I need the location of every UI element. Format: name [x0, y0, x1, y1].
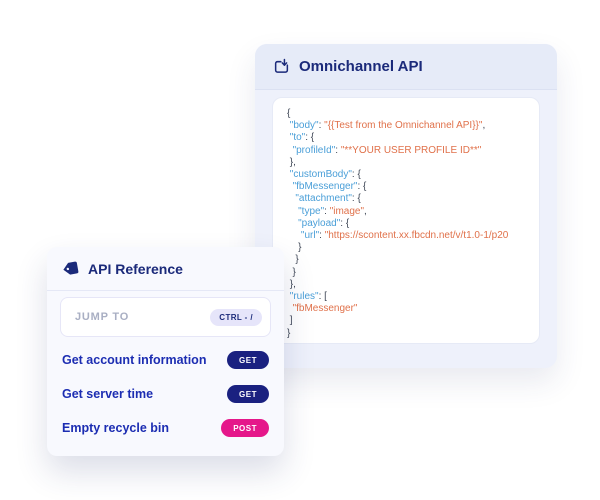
endpoint-label: Empty recycle bin	[62, 421, 169, 435]
jump-to-input[interactable]	[73, 310, 197, 324]
code-line: "customBody": {	[287, 169, 535, 181]
code-line: ]	[287, 315, 535, 327]
code-line: }	[287, 242, 535, 254]
code-line: }	[287, 254, 535, 266]
code-line: "fbMessenger"	[287, 303, 535, 315]
code-line: }	[287, 267, 535, 279]
code-line: "rules": [	[287, 291, 535, 303]
endpoint-row[interactable]: Get server time GET	[47, 377, 284, 411]
tag-icon	[61, 259, 81, 279]
code-line: },	[287, 157, 535, 169]
jump-to-box: CTRL - /	[60, 297, 271, 337]
omnichannel-api-card: Omnichannel API { "body": "{{Test from t…	[255, 44, 557, 368]
endpoint-list: Get account informationGETGet server tim…	[47, 337, 284, 445]
code-line: },	[287, 279, 535, 291]
code-line: "type": "image",	[287, 206, 535, 218]
code-block: { "body": "{{Test from the Omnichannel A…	[287, 108, 535, 340]
omnichannel-card-header: Omnichannel API	[255, 44, 557, 90]
box-arrow-in-down-icon	[273, 58, 290, 75]
code-panel: { "body": "{{Test from the Omnichannel A…	[272, 97, 540, 344]
code-line: }	[287, 328, 535, 340]
endpoint-row[interactable]: Empty recycle bin POST	[47, 411, 284, 445]
code-line: "url": "https://scontent.xx.fbcdn.net/v/…	[287, 230, 535, 242]
endpoint-row[interactable]: Get account information GET	[47, 343, 284, 377]
endpoint-label: Get server time	[62, 387, 153, 401]
method-badge: GET	[227, 351, 269, 369]
shortcut-badge: CTRL - /	[210, 309, 262, 326]
code-line: "fbMessenger": {	[287, 181, 535, 193]
page: Omnichannel API { "body": "{{Test from t…	[0, 0, 600, 500]
code-line: "body": "{{Test from the Omnichannel API…	[287, 120, 535, 132]
omnichannel-card-title: Omnichannel API	[299, 58, 423, 75]
code-line: "payload": {	[287, 218, 535, 230]
method-badge: GET	[227, 385, 269, 403]
api-reference-title: API Reference	[88, 261, 183, 277]
code-line: "attachment": {	[287, 193, 535, 205]
endpoint-label: Get account information	[62, 353, 206, 367]
api-reference-header: API Reference	[47, 247, 284, 291]
method-badge: POST	[221, 419, 269, 437]
code-line: {	[287, 108, 535, 120]
code-line: "profileId": "**YOUR USER PROFILE ID**"	[287, 145, 535, 157]
api-reference-card: API Reference CTRL - / Get account infor…	[47, 247, 284, 456]
code-line: "to": {	[287, 132, 535, 144]
